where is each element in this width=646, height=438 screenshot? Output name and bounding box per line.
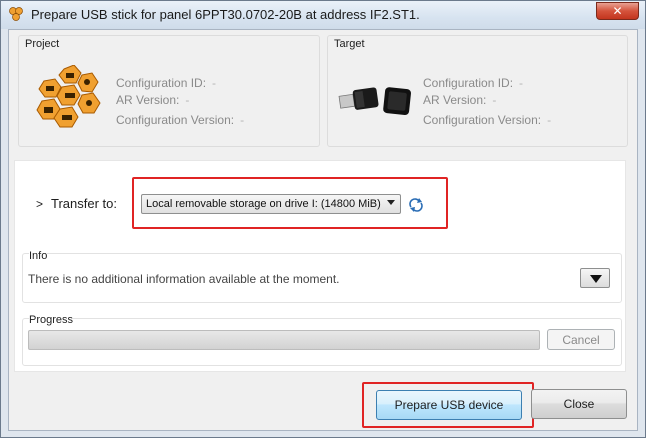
transfer-to-label[interactable]: > Transfer to: <box>36 196 117 211</box>
close-button[interactable]: Close <box>531 389 627 419</box>
project-config-version: Configuration Version: - <box>116 113 245 127</box>
chevron-right-icon: > <box>36 197 44 211</box>
project-config-id: Configuration ID: - <box>116 76 217 90</box>
automation-studio-logo-icon <box>36 65 101 128</box>
title-bar[interactable]: Prepare USB stick for panel 6PPT30.0702-… <box>1 1 645 29</box>
info-message: There is no additional information avail… <box>28 272 340 286</box>
triangle-down-icon <box>590 275 602 283</box>
close-icon: ✕ <box>612 4 623 18</box>
target-config-id: Configuration ID: - <box>423 76 524 90</box>
window-title: Prepare USB stick for panel 6PPT30.0702-… <box>31 7 420 22</box>
target-ar-version: AR Version: - <box>423 93 497 107</box>
project-group-label: Project <box>25 38 60 50</box>
progress-bar <box>28 330 540 350</box>
transfer-highlight-box <box>132 177 448 229</box>
prepare-highlight-box <box>362 382 534 428</box>
app-icon <box>9 7 23 21</box>
close-window-button[interactable]: ✕ <box>596 2 639 20</box>
info-group-label: Info <box>29 250 48 262</box>
expand-info-button[interactable] <box>580 268 610 288</box>
target-config-version: Configuration Version: - <box>423 113 552 127</box>
usb-stick-icon <box>338 87 411 116</box>
progress-group-label: Progress <box>29 314 74 326</box>
target-group-label: Target <box>334 38 365 50</box>
project-ar-version: AR Version: - <box>116 93 190 107</box>
cancel-button[interactable]: Cancel <box>547 329 615 350</box>
